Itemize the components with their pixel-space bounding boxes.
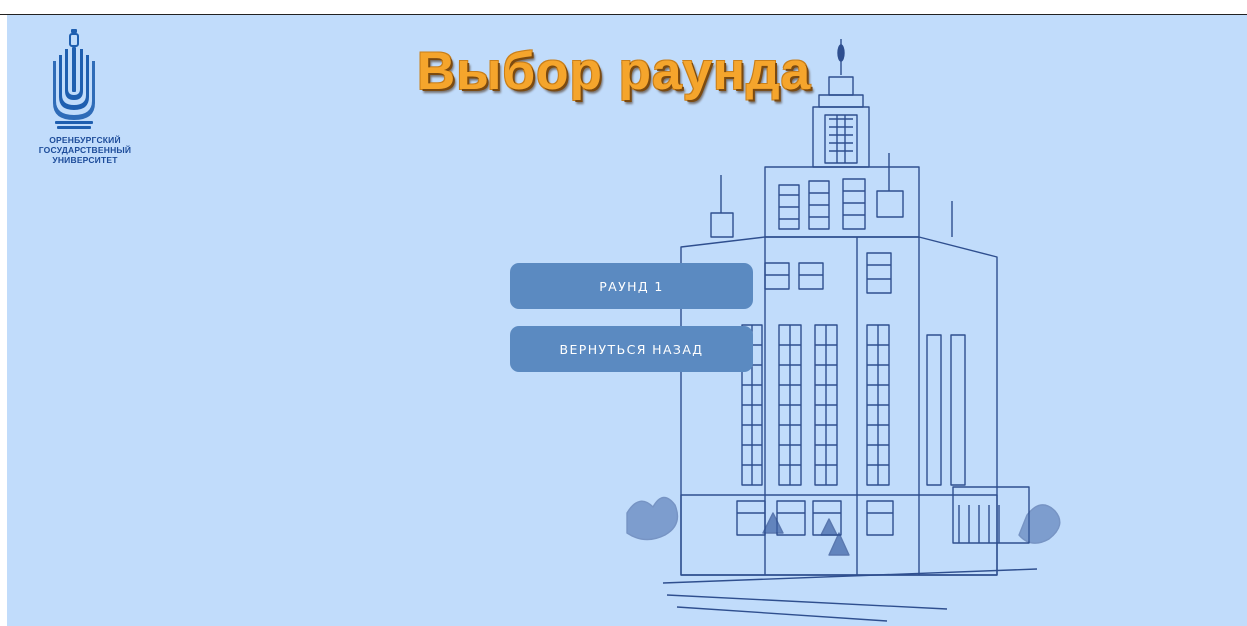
logo-line-3: УНИВЕРСИТЕТ	[52, 155, 118, 165]
logo-line-2: ГОСУДАРСТВЕННЫЙ	[38, 145, 132, 155]
university-logo: ОРЕНБУРГСКИЙ ГОСУДАРСТВЕННЫЙ УНИВЕРСИТЕТ	[35, 29, 135, 179]
page-title: Выбор раунда	[417, 42, 812, 101]
logo-caption: ОРЕНБУРГСКИЙ ГОСУДАРСТВЕННЫЙ УНИВЕРСИТЕТ	[35, 135, 135, 165]
logo-line-1: ОРЕНБУРГСКИЙ	[49, 135, 121, 145]
university-emblem-icon	[53, 29, 95, 129]
app-window: ОРЕНБУРГСКИЙ ГОСУДАРСТВЕННЫЙ УНИВЕРСИТЕТ	[0, 0, 1247, 626]
round-1-button[interactable]: РАУНД 1	[510, 263, 753, 309]
back-button[interactable]: ВЕРНУТЬСЯ НАЗАД	[510, 326, 753, 372]
round-select-screen: ОРЕНБУРГСКИЙ ГОСУДАРСТВЕННЫЙ УНИВЕРСИТЕТ	[7, 15, 1247, 626]
